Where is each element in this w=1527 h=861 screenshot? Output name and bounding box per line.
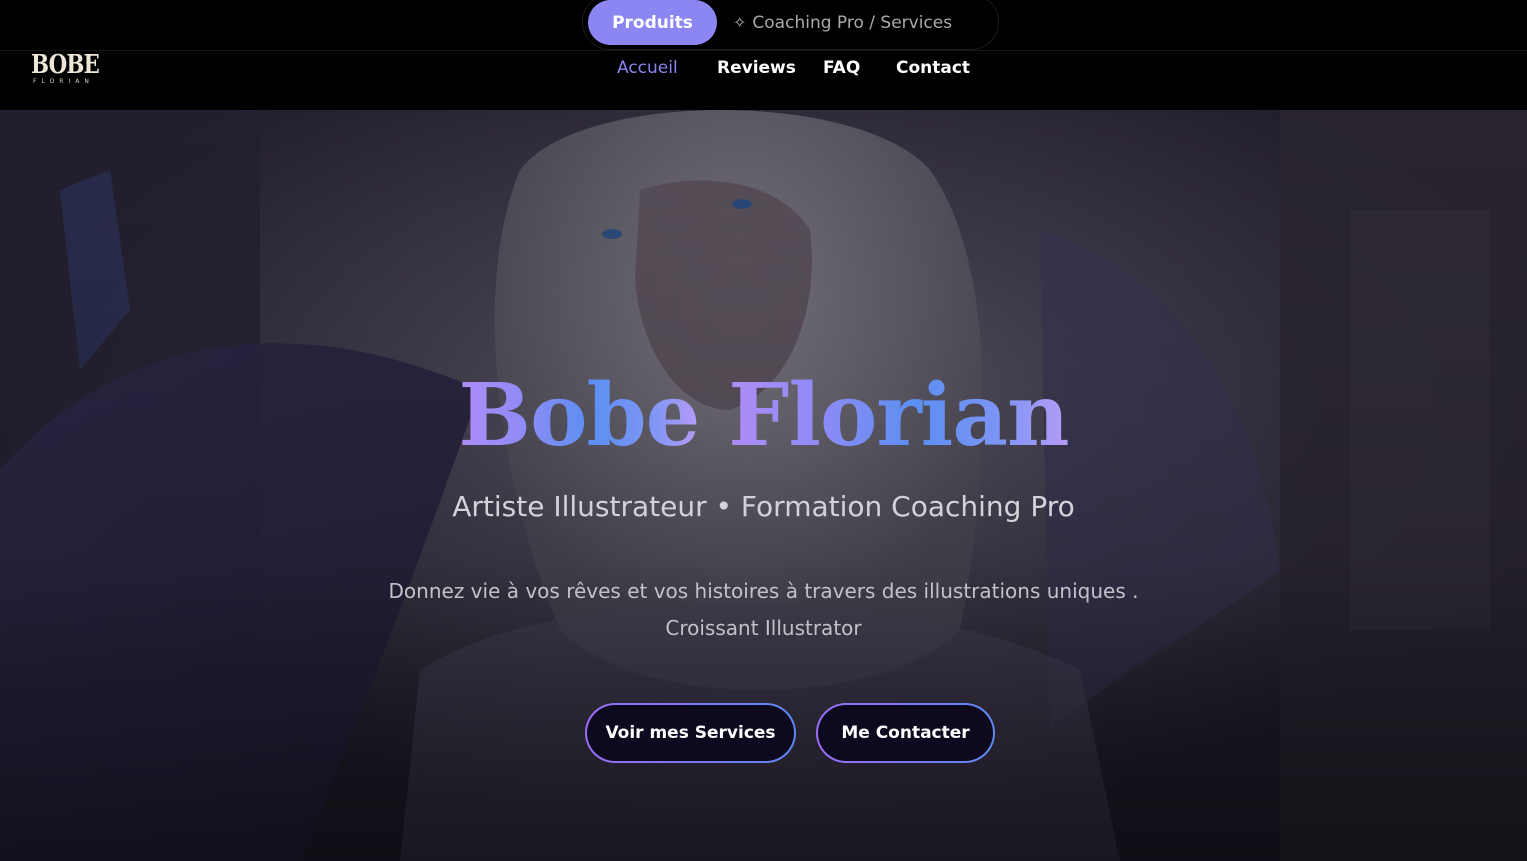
hero-description: Donnez vie à vos rêves et vos histoires … [0,573,1527,647]
coaching-services-button[interactable]: ✧ Coaching Pro / Services [733,0,973,45]
hero-description-line2: Croissant Illustrator [665,616,862,640]
nav-item-faq[interactable]: FAQ [823,58,860,78]
mode-switch: Produits ✧ Coaching Pro / Services [582,0,999,50]
nav-item-contact[interactable]: Contact [896,58,970,78]
nav-item-reviews[interactable]: Reviews [717,58,796,78]
produits-button[interactable]: Produits [588,0,717,45]
hero-title-last: Florian [728,365,1069,466]
hero-section: Bobe Florian Artiste Illustrateur • Form… [0,110,1527,861]
nav-item-accueil[interactable]: Accueil [617,58,678,78]
top-navigation-bar: Produits ✧ Coaching Pro / Services BOBE … [0,0,1527,110]
hero-subtitle: Artiste Illustrateur • Formation Coachin… [452,490,1075,523]
hero-title: Bobe Florian [0,366,1527,466]
voir-services-button[interactable]: Voir mes Services [585,703,796,763]
site-logo[interactable]: BOBE FLORIAN [31,50,100,88]
hero-description-line1: Donnez vie à vos rêves et vos histoires … [388,579,1139,603]
sparkle-icon: ✧ [733,13,747,32]
coaching-services-label: Coaching Pro / Services [752,12,953,33]
header-divider [0,50,1527,51]
logo-wordmark: BOBE [31,50,100,80]
me-contacter-label: Me Contacter [818,705,993,761]
hero-title-first: Bobe [458,365,700,466]
voir-services-label: Voir mes Services [587,705,794,761]
page: Produits ✧ Coaching Pro / Services BOBE … [0,0,1527,861]
me-contacter-button[interactable]: Me Contacter [816,703,995,763]
